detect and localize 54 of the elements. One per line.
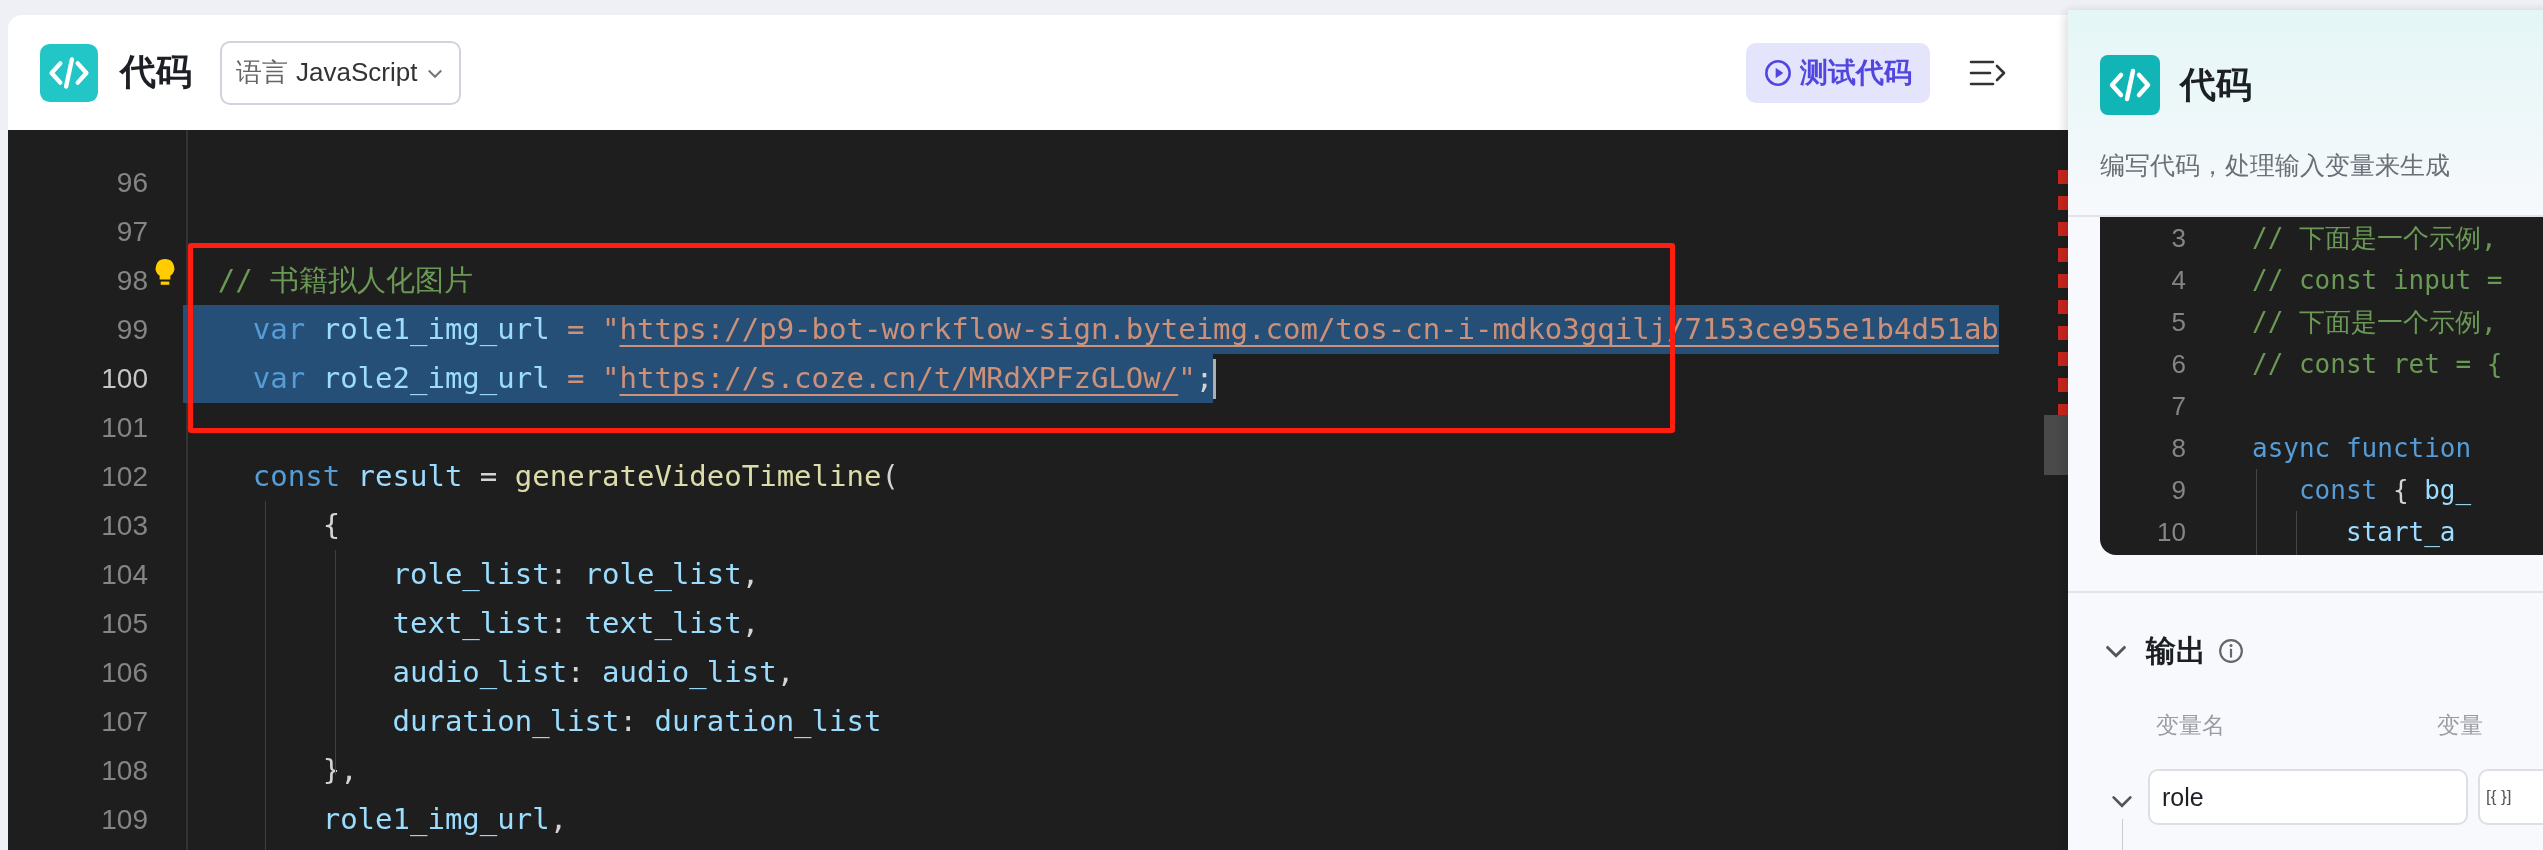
- language-dropdown[interactable]: 语言 JavaScript: [220, 40, 462, 105]
- line-number: 107: [100, 705, 148, 738]
- line-number: 96: [115, 166, 148, 199]
- line-number: 109: [100, 803, 148, 836]
- line-number: 106: [100, 656, 148, 689]
- code-line: // 书籍拟人化图片: [216, 262, 474, 299]
- code-line: const { bg_: [2297, 475, 2472, 505]
- code-line: text_list: text_list,: [391, 605, 760, 642]
- line-number: 5: [2170, 306, 2186, 338]
- code-line: duration_list: duration_list: [391, 703, 882, 740]
- line-number: 103: [100, 509, 148, 542]
- section-title: 输出: [2146, 632, 2206, 669]
- panel-title: 代码: [2180, 62, 2252, 107]
- code-line: // const input =: [2252, 265, 2503, 295]
- line-number: 98: [115, 264, 148, 297]
- panel-description: 编写代码，处理输入变量来生成: [2100, 150, 2451, 181]
- line-number: 100: [100, 362, 148, 395]
- line-number: 9: [2170, 474, 2186, 506]
- variable-name-field[interactable]: role: [2148, 769, 2468, 825]
- code-line: // 下面是一个示例,: [2252, 221, 2497, 255]
- code-line: // 下面是一个示例,: [2252, 305, 2497, 339]
- line-number: 6: [2170, 348, 2186, 380]
- info-icon[interactable]: [2218, 638, 2244, 664]
- variable-type-select[interactable]: [{ }]: [2478, 769, 2543, 825]
- lightbulb-icon[interactable]: [154, 258, 176, 288]
- code-line: start_a: [2344, 517, 2456, 547]
- line-number: 4: [2170, 264, 2186, 296]
- line-number: 102: [100, 460, 148, 493]
- line-number: 3: [2170, 222, 2186, 254]
- code-line: audio_list: audio_list,: [391, 654, 795, 691]
- code-logo-icon: [2100, 55, 2160, 115]
- test-code-button[interactable]: 测试代码: [1746, 42, 1930, 103]
- play-icon: [1764, 58, 1792, 87]
- code-line: },: [321, 752, 358, 789]
- line-number: 99: [115, 313, 148, 346]
- line-number: 8: [2170, 432, 2186, 464]
- code-line: const result = generateVideoTimeline(: [251, 458, 899, 495]
- column-header: 变量名: [2156, 710, 2225, 740]
- line-number: 101: [100, 411, 148, 444]
- line-number: 105: [100, 607, 148, 640]
- code-line: role1_img_url,: [321, 801, 568, 838]
- line-number: 97: [115, 215, 148, 248]
- code-line: {: [321, 507, 341, 544]
- code-line: // const ret = {: [2252, 349, 2503, 379]
- code-logo-icon: [40, 43, 98, 102]
- dialog-title: 代码: [120, 50, 192, 94]
- line-number: 7: [2170, 390, 2186, 422]
- code-line: async function: [2252, 433, 2472, 463]
- code-line: role_list: role_list,: [391, 556, 760, 593]
- line-number: 10: [2156, 516, 2186, 548]
- scrollbar-thumb[interactable]: [2044, 415, 2068, 475]
- column-header: 变量: [2437, 710, 2483, 740]
- line-number: 108: [100, 754, 148, 787]
- line-number: 104: [100, 558, 148, 591]
